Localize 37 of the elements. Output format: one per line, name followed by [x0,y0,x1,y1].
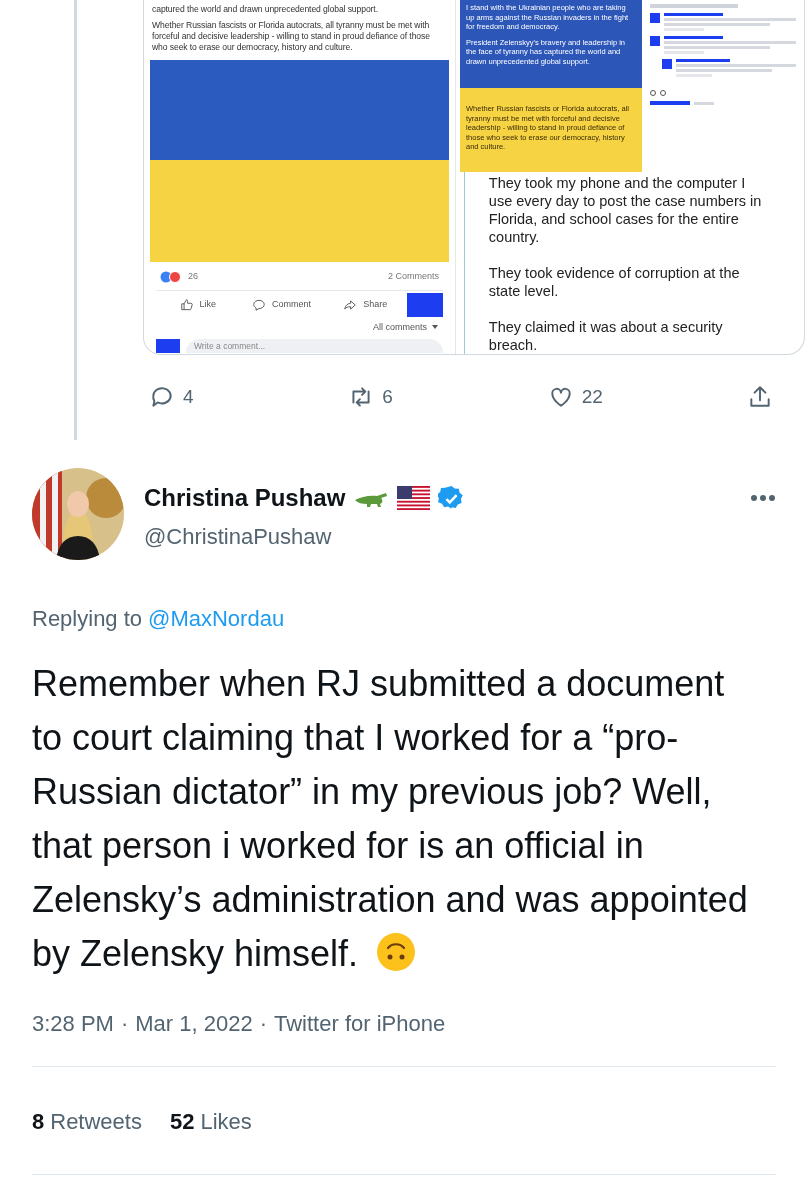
action-count: 6 [382,385,393,409]
stat-count: 8 [32,1108,45,1136]
upside-down-face-icon [376,932,417,972]
reactions-icon [160,270,182,283]
tweet-meta[interactable]: Twitter for iPhone [274,1007,446,1040]
stat-count: 52 [169,1108,195,1136]
tweet-meta: Mar 1, 2022 [135,1010,253,1038]
flag-icon [397,486,431,510]
tweet-meta: 3:28 PM [32,1010,114,1038]
more-icon[interactable] [750,494,776,502]
handle[interactable]: @ChristinaPushaw [144,520,776,553]
reaction-count: 26 [188,270,198,283]
post-text: captured the world and drawn unprecedented global support. [152,4,379,15]
separator-dot: · [119,1010,130,1038]
separator-dot: · [258,1010,268,1038]
comments-count: 2 Comments [387,270,439,283]
stat-label[interactable]: Retweets [50,1105,142,1138]
tweet-text: Remember when RJ submitted a document to court claiming that I worked for a “pro-Russian dictator” in my previous job? Well, that person i worked for is an official in Zelensky’s administration and was appointed by Zelensky himself. [32,662,749,976]
note-text: They took my phone and the computer I use every day to post the case numbers in Florida, and school cases for the entire country. [488,174,763,246]
comment-icon [252,297,266,312]
share-arrow-icon [343,297,358,312]
action-count: 4 [183,385,194,409]
redaction-block [407,292,443,317]
post-text: Whether Russian fascists or Florida autocrats, all tyranny must be met with forceful and decisive leadership - willing to stand in proud defiance of those who seek to erase our democracy, history and culture. [152,20,431,53]
note-text: They claimed it was about a security breach. [488,318,724,354]
replying-label: Replying to [32,605,143,633]
redaction-block [156,339,180,353]
display-name[interactable]: Christina Pushaw [144,480,346,516]
thumbs-up-icon [179,297,194,312]
note-text: They took evidence of corruption at the state level. [488,264,741,300]
stat-label[interactable]: Likes [200,1105,252,1138]
action-count: 22 [581,385,603,409]
post-action-button[interactable]: Share [323,292,407,317]
all-comments-link[interactable]: All comments [373,320,427,334]
post-action-button[interactable]: Comment [239,292,324,317]
post-action-button[interactable]: Like [156,292,240,317]
comment-field[interactable]: Write a comment... [186,339,443,353]
